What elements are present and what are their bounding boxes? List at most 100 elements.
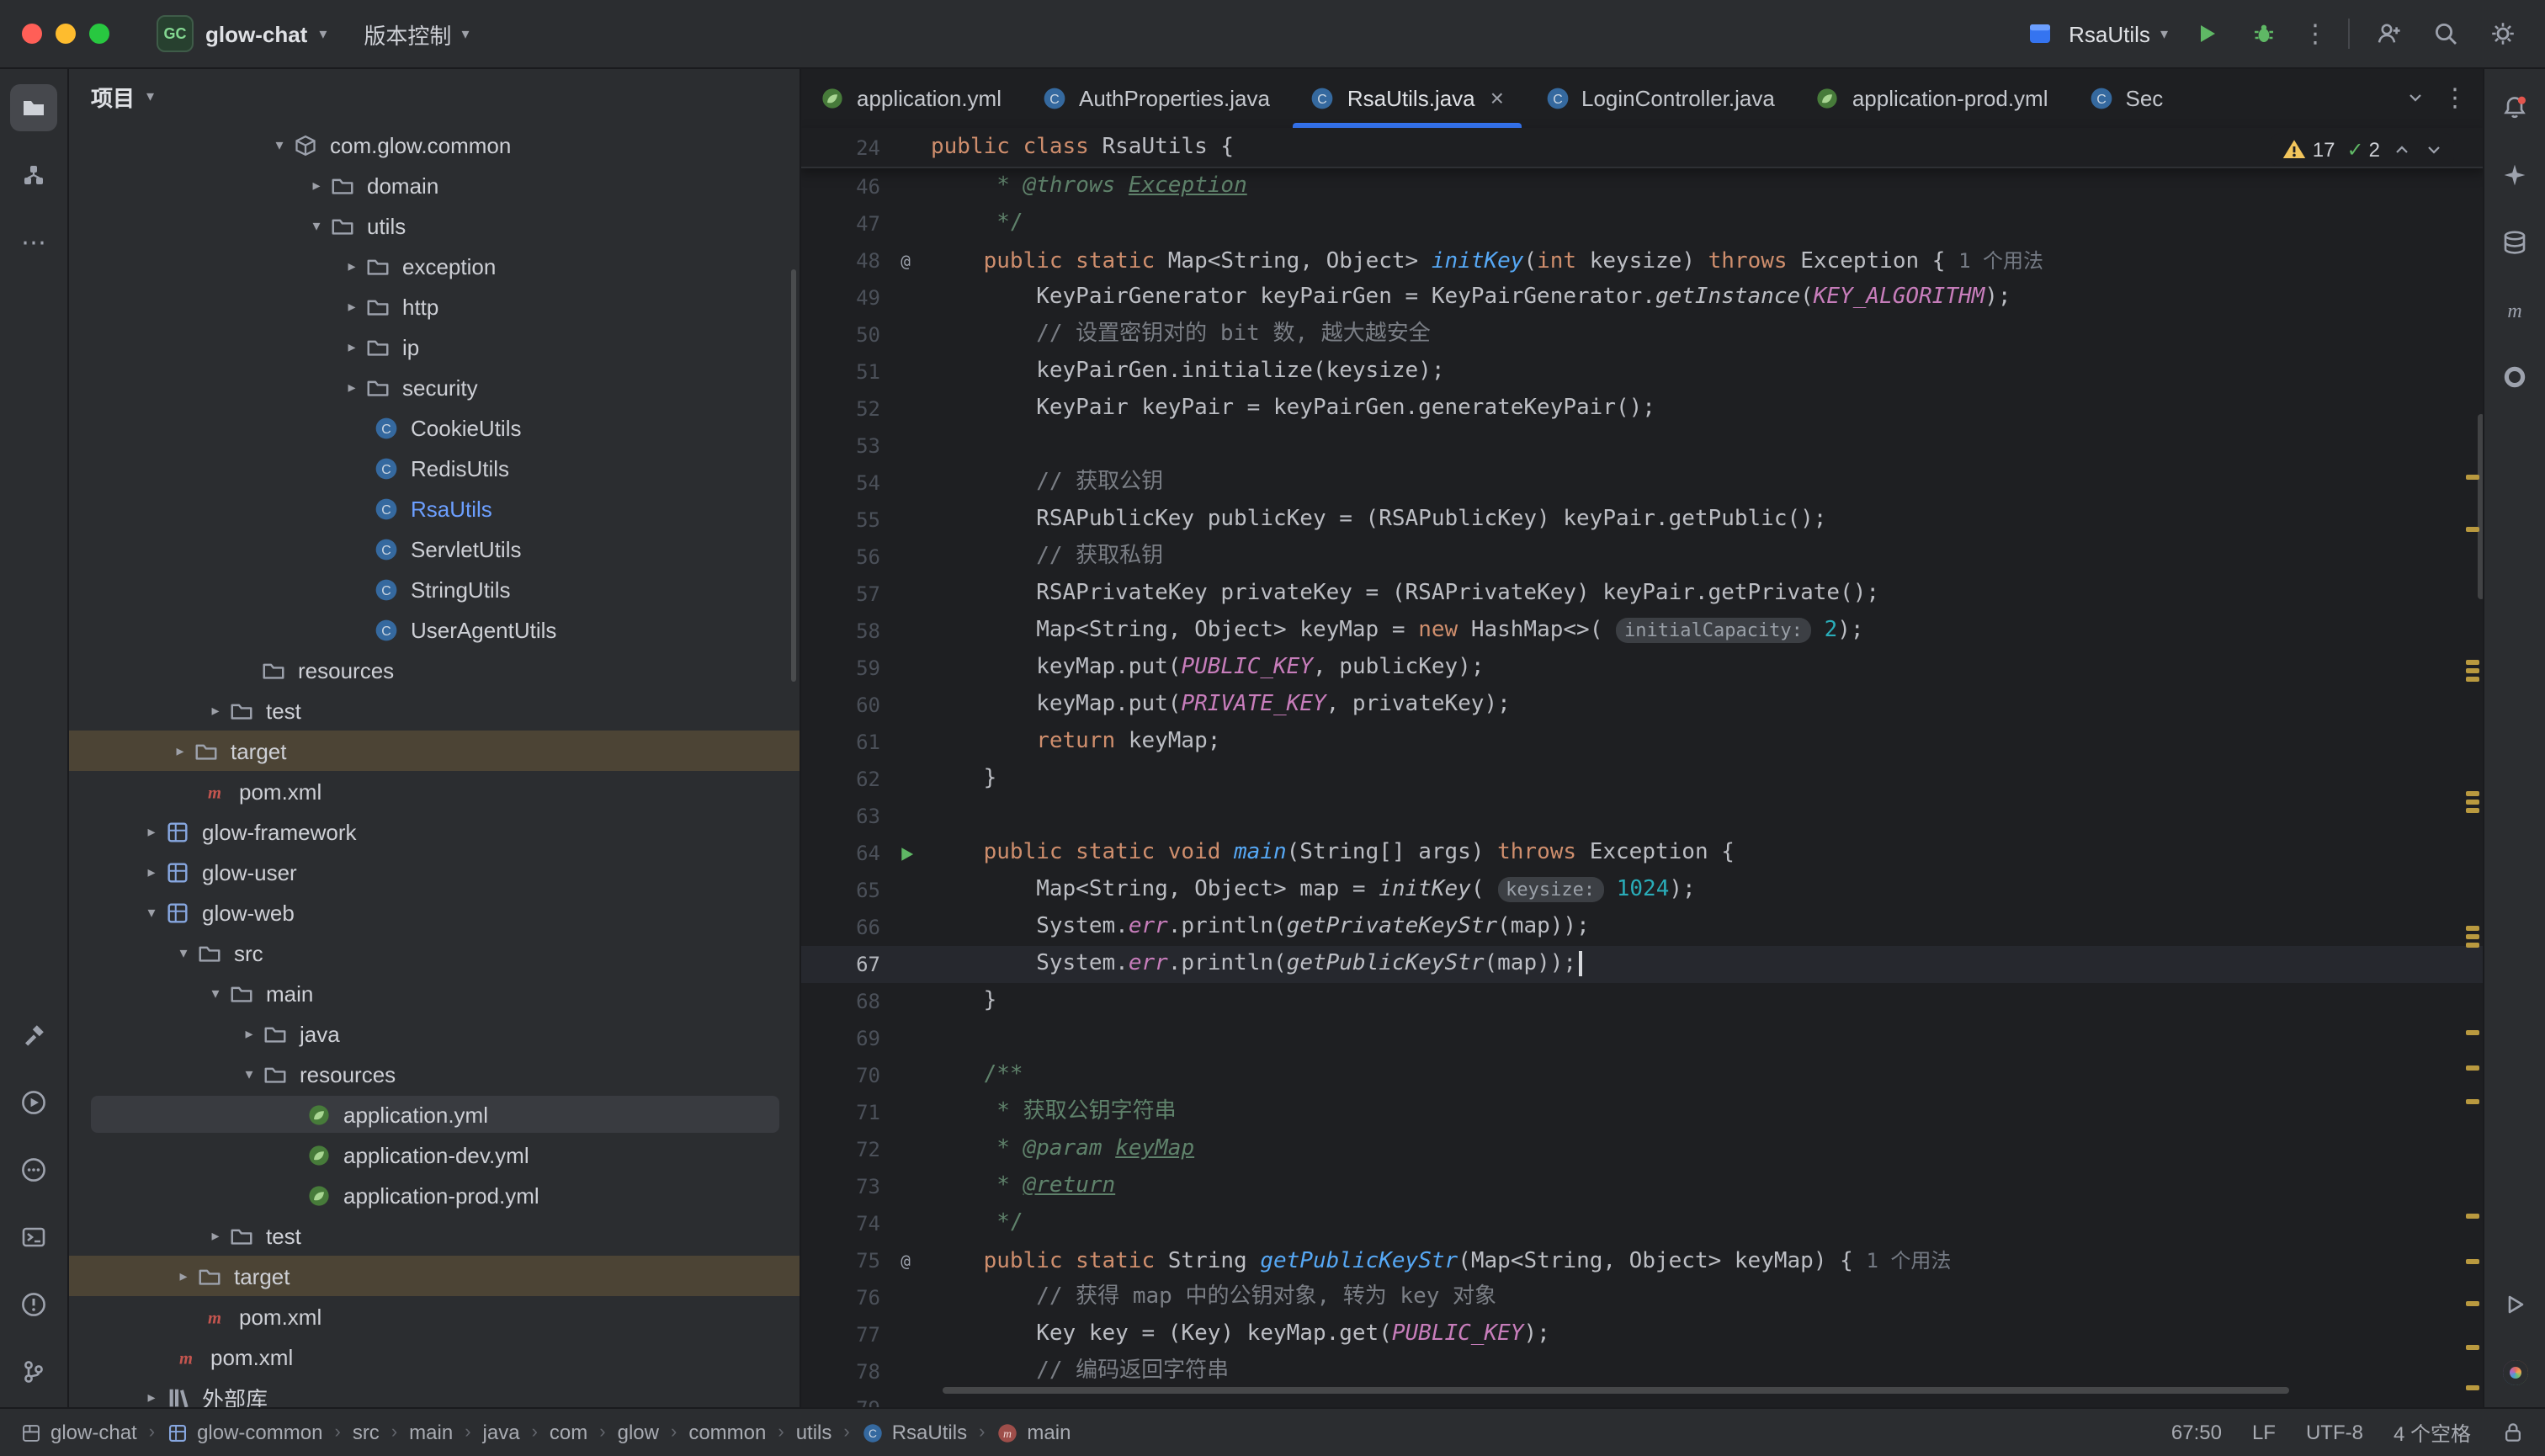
project-tree-item-glow-web[interactable]: ▾glow-web: [67, 892, 800, 933]
chevron-down-icon[interactable]: ▾: [303, 216, 330, 235]
code-line-67[interactable]: 67 System.err.println(getPublicKeyStr(ma…: [800, 946, 2484, 983]
line-number[interactable]: 61: [800, 731, 880, 754]
project-tree-item-target[interactable]: ▸target: [67, 1256, 800, 1296]
project-tree-item-application-prod.yml[interactable]: application-prod.yml: [67, 1175, 800, 1215]
project-tree-item-pom.xml[interactable]: mpom.xml: [67, 771, 800, 811]
project-tree-item-pom.xml[interactable]: mpom.xml: [67, 1336, 800, 1377]
chevron-down-icon[interactable]: ▾: [202, 984, 229, 1002]
file-encoding[interactable]: UTF-8: [2306, 1421, 2363, 1444]
code-line-62[interactable]: 62 }: [800, 761, 2484, 798]
editor-tab-application.yml[interactable]: application.yml: [800, 67, 1022, 128]
line-number[interactable]: 50: [800, 323, 880, 347]
tab-options-icon[interactable]: ⋮: [2442, 82, 2468, 113]
line-number[interactable]: 49: [800, 286, 880, 310]
line-number[interactable]: 58: [800, 619, 880, 643]
caret-position[interactable]: 67:50: [2171, 1421, 2222, 1444]
line-separator[interactable]: LF: [2252, 1421, 2276, 1444]
annotation-gutter-icon[interactable]: @: [880, 249, 931, 273]
usages-inlay-hint[interactable]: 1 个用法: [1866, 1248, 1951, 1272]
code-line-53[interactable]: 53: [800, 428, 2484, 465]
project-tree-item-ServletUtils[interactable]: CServletUtils: [67, 529, 800, 569]
inlay-hint-parameter[interactable]: initialCapacity:: [1616, 618, 1811, 643]
line-number[interactable]: 73: [800, 1175, 880, 1198]
dependencies-icon[interactable]: [2491, 353, 2538, 401]
code-line-77[interactable]: 77 Key key = (Key) keyMap.get(PUBLIC_KEY…: [800, 1316, 2484, 1353]
code-line-57[interactable]: 57 RSAPrivateKey privateKey = (RSAPrivat…: [800, 576, 2484, 613]
project-tree-item-target[interactable]: ▸target: [67, 731, 800, 771]
sticky-header-line[interactable]: 24public class RsaUtils {: [800, 128, 2484, 168]
project-tree-item-ip[interactable]: ▸ip: [67, 327, 800, 367]
line-number[interactable]: 72: [800, 1138, 880, 1161]
breadcrumb-item-utils[interactable]: utils: [796, 1421, 832, 1444]
run-button[interactable]: [2188, 15, 2225, 52]
project-tree-item-resources[interactable]: ▾resources: [67, 1054, 800, 1094]
chevron-down-icon[interactable]: ▾: [266, 136, 293, 154]
code-line-54[interactable]: 54 // 获取公钥: [800, 465, 2484, 502]
plugin-icon[interactable]: [2491, 1348, 2538, 1395]
project-tree-item-exception[interactable]: ▸exception: [67, 246, 800, 286]
database-icon[interactable]: [2491, 219, 2538, 266]
vcs-widget[interactable]: 版本控制 ▾: [364, 18, 469, 50]
line-number[interactable]: 24: [800, 136, 880, 159]
breadcrumb-item-main[interactable]: main: [409, 1421, 453, 1444]
line-number[interactable]: 69: [800, 1027, 880, 1050]
editor-tab-RsaUtils.java[interactable]: CRsaUtils.java×: [1290, 67, 1524, 128]
breadcrumb-item-glow[interactable]: glow: [618, 1421, 659, 1444]
chevron-down-icon[interactable]: ▾: [170, 943, 197, 962]
code-line-76[interactable]: 76 // 获得 map 中的公钥对象, 转为 key 对象: [800, 1279, 2484, 1316]
code-line-51[interactable]: 51 keyPairGen.initialize(keysize);: [800, 353, 2484, 391]
line-number[interactable]: 66: [800, 916, 880, 939]
code-line-58[interactable]: 58 Map<String, Object> keyMap = new Hash…: [800, 613, 2484, 650]
more-actions-icon[interactable]: ⋮: [2303, 19, 2328, 49]
fullscreen-window-button[interactable]: [89, 24, 109, 44]
editor-tab-LoginController.java[interactable]: CLoginController.java: [1524, 67, 1795, 128]
line-number[interactable]: 62: [800, 768, 880, 791]
line-number[interactable]: 63: [800, 805, 880, 828]
chevron-right-icon[interactable]: ▸: [202, 701, 229, 720]
line-number[interactable]: 68: [800, 990, 880, 1013]
code-line-71[interactable]: 71 * 获取公钥字符串: [800, 1094, 2484, 1131]
chevron-right-icon[interactable]: ▸: [236, 1024, 263, 1043]
code-line-73[interactable]: 73 * @return: [800, 1168, 2484, 1205]
sticky-code-line-24[interactable]: 24public class RsaUtils {: [800, 128, 2484, 167]
line-number[interactable]: 75: [800, 1249, 880, 1273]
project-tree-item-RsaUtils[interactable]: CRsaUtils: [67, 488, 800, 529]
project-tree-item-security[interactable]: ▸security: [67, 367, 800, 407]
line-number[interactable]: 67: [800, 953, 880, 976]
minimize-window-button[interactable]: [56, 24, 76, 44]
code-line-72[interactable]: 72 * @param keyMap: [800, 1131, 2484, 1168]
chevron-right-icon[interactable]: ▸: [338, 337, 365, 356]
run-icon[interactable]: [10, 1079, 57, 1126]
line-number[interactable]: 57: [800, 582, 880, 606]
breadcrumb-item-main[interactable]: mmain: [996, 1421, 1071, 1444]
breadcrumb-item-java[interactable]: java: [483, 1421, 520, 1444]
line-number[interactable]: 64: [800, 842, 880, 865]
code-editor[interactable]: 24public class RsaUtils { 46 * @throws E…: [800, 128, 2484, 1409]
prev-problem-icon[interactable]: [2392, 140, 2412, 160]
code-line-56[interactable]: 56 // 获取私钥: [800, 539, 2484, 576]
ai-assistant-icon[interactable]: [2491, 151, 2538, 199]
version-control-icon[interactable]: [10, 1348, 57, 1395]
code-line-48[interactable]: 48@ public static Map<String, Object> in…: [800, 242, 2484, 279]
project-tree-item-domain[interactable]: ▸domain: [67, 165, 800, 205]
code-line-55[interactable]: 55 RSAPublicKey publicKey = (RSAPublicKe…: [800, 502, 2484, 539]
line-number[interactable]: 65: [800, 879, 880, 902]
code-line-68[interactable]: 68 }: [800, 983, 2484, 1020]
code-line-46[interactable]: 46 * @throws Exception: [800, 168, 2484, 205]
project-selector[interactable]: GC glow-chat ▾: [146, 10, 337, 57]
editor-tab-Sec[interactable]: CSec: [2069, 67, 2164, 128]
code-line-69[interactable]: 69: [800, 1020, 2484, 1057]
line-number[interactable]: 56: [800, 545, 880, 569]
chevron-down-icon[interactable]: ▾: [138, 903, 165, 922]
code-line-61[interactable]: 61 return keyMap;: [800, 724, 2484, 761]
code-line-78[interactable]: 78 // 编码返回字符串: [800, 1353, 2484, 1390]
line-number[interactable]: 51: [800, 360, 880, 384]
code-line-70[interactable]: 70 /**: [800, 1057, 2484, 1094]
project-tree-item-test[interactable]: ▸test: [67, 690, 800, 731]
problems-icon[interactable]: [10, 1281, 57, 1328]
code-line-52[interactable]: 52 KeyPair keyPair = keyPairGen.generate…: [800, 391, 2484, 428]
line-number[interactable]: 71: [800, 1101, 880, 1124]
debug-button[interactable]: [2245, 15, 2282, 52]
code-with-me-icon[interactable]: [2370, 15, 2407, 52]
chevron-right-icon[interactable]: ▸: [338, 378, 365, 396]
